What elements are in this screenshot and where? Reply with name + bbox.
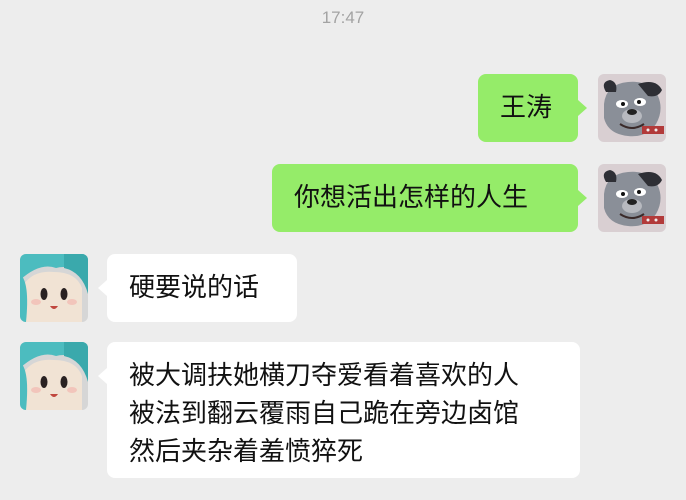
bulldog-cartoon-avatar-icon[interactable]: [598, 74, 666, 142]
bubble-tail: [98, 280, 107, 296]
message-bubble-incoming[interactable]: 硬要说的话: [107, 254, 297, 322]
message-bubble-outgoing[interactable]: 你想活出怎样的人生: [272, 164, 578, 232]
message-bubble-outgoing[interactable]: 王涛: [478, 74, 578, 142]
bubble-tail: [578, 100, 587, 116]
message-bubble-incoming[interactable]: 被大调扶她横刀夺爱看着喜欢的人 被法到翻云覆雨自己跪在旁边卤馆 然后夹杂着羞愤猝…: [107, 342, 580, 478]
anime-girl-avatar-icon[interactable]: [20, 254, 88, 322]
bulldog-cartoon-avatar-icon[interactable]: [598, 164, 666, 232]
message-timestamp: 17:47: [321, 8, 365, 27]
anime-girl-avatar-icon[interactable]: [20, 342, 88, 410]
bubble-tail: [578, 190, 587, 206]
bubble-tail: [98, 368, 107, 384]
